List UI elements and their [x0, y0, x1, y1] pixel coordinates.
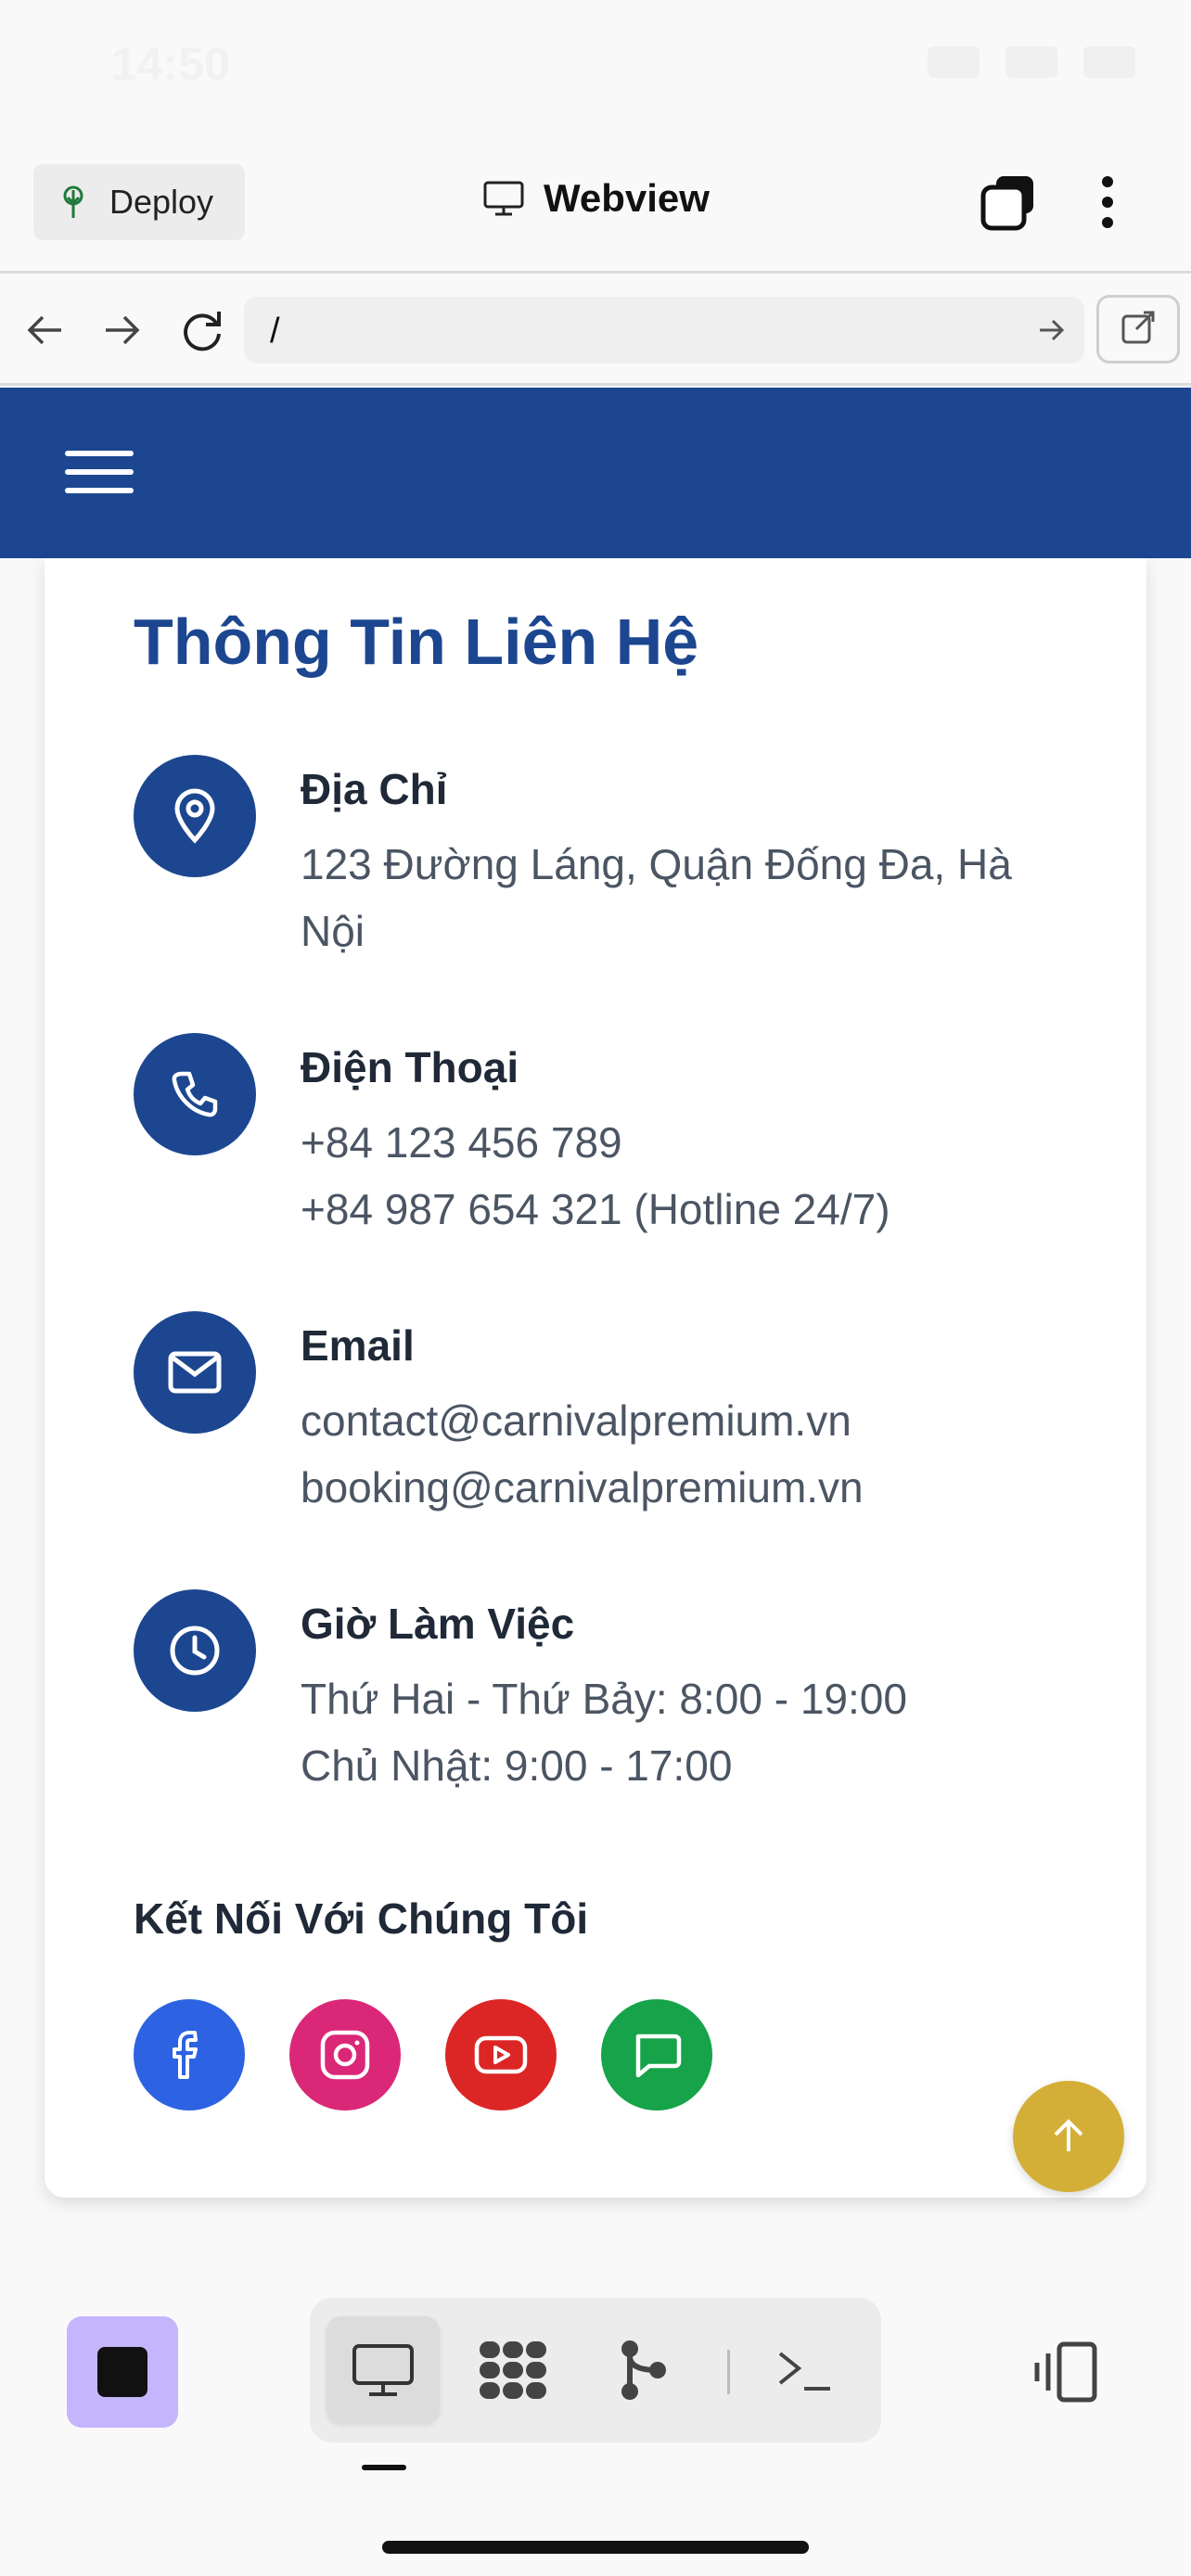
reload-icon[interactable] [176, 304, 228, 356]
url-text: / [270, 312, 280, 351]
facebook-icon [173, 2031, 198, 2079]
tabs-icon[interactable] [980, 172, 1039, 232]
webview-icon [352, 2344, 414, 2396]
email-line[interactable]: booking@carnivalpremium.vn [301, 1454, 864, 1521]
git-icon [621, 2340, 666, 2400]
tool-separator [727, 2350, 730, 2394]
phone-label: Điện Thoại [301, 1043, 519, 1091]
status-bar: 14:50 [0, 0, 1191, 139]
social-title: Kết Nối Với Chúng Tôi [134, 1894, 589, 1943]
scroll-to-top-button[interactable] [1013, 2081, 1124, 2192]
active-tool-indicator [362, 2465, 406, 2470]
forward-icon[interactable] [96, 304, 148, 356]
url-input[interactable]: / [244, 297, 1084, 363]
stop-button[interactable] [67, 2316, 178, 2428]
arrow-up-icon [1054, 2119, 1083, 2151]
phone-line[interactable]: +84 123 456 789 [301, 1109, 890, 1176]
address-line: 123 Đường Láng, Quận Đống Đa, Hà [301, 840, 1012, 888]
more-vertical-icon[interactable] [1091, 172, 1124, 232]
tool-workflows[interactable] [456, 2316, 570, 2424]
webview-tab-title: Webview [482, 176, 710, 221]
youtube-button[interactable] [445, 1999, 557, 2111]
signal-icon [928, 46, 980, 78]
wifi-icon [1005, 46, 1057, 78]
site-navbar [0, 388, 1191, 558]
open-external-button[interactable] [1096, 295, 1180, 363]
social-links [134, 1999, 712, 2111]
tool-webview[interactable] [327, 2316, 440, 2424]
status-icons [928, 46, 1135, 78]
tool-shell[interactable] [748, 2316, 861, 2424]
youtube-icon [474, 2035, 528, 2074]
home-indicator [382, 2541, 809, 2554]
phone-line[interactable]: +84 987 654 321 (Hotline 24/7) [301, 1176, 890, 1243]
webview-title: Webview [544, 176, 710, 220]
facebook-button[interactable] [134, 1999, 245, 2111]
tool-git[interactable] [586, 2316, 699, 2424]
email-line[interactable]: contact@carnivalpremium.vn [301, 1387, 864, 1454]
mail-icon [134, 1311, 256, 1434]
hours-line: Chủ Nhật: 9:00 - 17:00 [301, 1741, 733, 1790]
address-line: Nội [301, 907, 365, 955]
email-label: Email [301, 1321, 415, 1370]
monitor-icon [483, 181, 524, 216]
instagram-icon [320, 2030, 370, 2080]
devices-icon[interactable] [1031, 2337, 1102, 2407]
app-header: Deploy Webview [0, 139, 1191, 274]
chat-button[interactable] [601, 1999, 712, 2111]
deploy-icon [63, 185, 83, 218]
deploy-button[interactable]: Deploy [33, 164, 245, 240]
stop-icon [97, 2347, 147, 2397]
bottom-toolbar [0, 2257, 1191, 2576]
phone-icon [134, 1033, 256, 1155]
contact-title: Thông Tin Liên Hệ [134, 606, 699, 678]
go-arrow-icon[interactable] [1034, 313, 1068, 347]
hours-line: Thứ Hai - Thứ Bảy: 8:00 - 19:00 [301, 1675, 907, 1723]
shell-icon [778, 2352, 830, 2391]
clock-icon [134, 1589, 256, 1712]
deploy-label: Deploy [109, 183, 214, 221]
chat-icon [635, 2034, 682, 2078]
map-pin-icon [134, 755, 256, 877]
hours-label: Giờ Làm Việc [301, 1600, 575, 1648]
external-link-icon [1121, 311, 1155, 344]
tool-group [310, 2298, 881, 2442]
instagram-button[interactable] [289, 1999, 401, 2111]
contact-card: Thông Tin Liên Hệ Địa Chỉ 123 Đường Láng… [45, 558, 1146, 2198]
back-icon[interactable] [19, 304, 70, 356]
battery-icon [1083, 46, 1135, 78]
menu-icon[interactable] [65, 451, 134, 495]
workflows-icon [480, 2341, 546, 2399]
status-time: 14:50 [111, 38, 230, 90]
url-bar: / [0, 276, 1191, 386]
address-label: Địa Chỉ [301, 765, 448, 813]
